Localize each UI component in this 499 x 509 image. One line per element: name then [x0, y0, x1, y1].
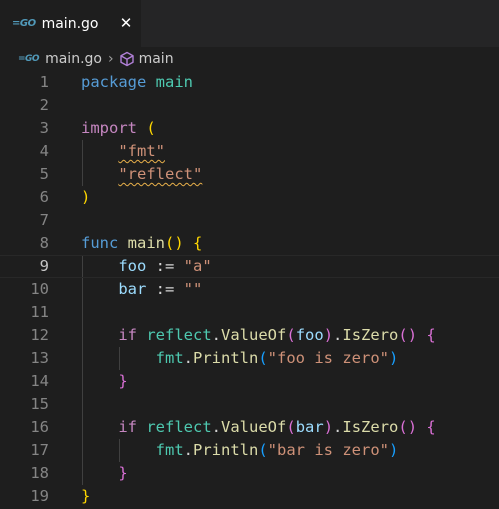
line-number: 17 [30, 441, 49, 459]
code-line: 8 func main() { [0, 232, 499, 255]
code-line: 6 ) [0, 186, 499, 209]
code-text: if reflect.ValueOf(bar).IsZero() { [118, 418, 436, 436]
line-number: 7 [39, 211, 49, 229]
line-number: 5 [39, 165, 49, 183]
line-number: 11 [30, 303, 49, 321]
tab-label: main.go [41, 15, 99, 32]
code-line: 17 fmt.Println("bar is zero") [0, 439, 499, 462]
line-number: 19 [30, 487, 49, 505]
code-text: "fmt" [118, 142, 165, 160]
code-line: 5 "reflect" [0, 163, 499, 186]
code-line: 16 if reflect.ValueOf(bar).IsZero() { [0, 416, 499, 439]
code-text: } [81, 487, 91, 505]
code-text: } [118, 464, 128, 482]
code-text: fmt.Println("bar is zero") [155, 441, 399, 459]
line-number: 8 [39, 234, 49, 252]
line-number: 6 [39, 188, 49, 206]
code-line: 15 [0, 393, 499, 416]
code-editor[interactable]: 1 package main 2 3 import ( 4 "fmt" 5 "r… [0, 71, 499, 509]
line-number: 13 [30, 349, 49, 367]
code-text: bar := "" [118, 280, 203, 298]
line-number: 14 [30, 372, 49, 390]
line-number: 1 [39, 73, 49, 91]
code-line-current: 9 foo := "a" [0, 255, 499, 278]
tab-bar: =GO main.go ✕ [0, 0, 499, 47]
line-number: 15 [30, 395, 49, 413]
code-line: 1 package main [0, 71, 499, 94]
line-number: 4 [39, 142, 49, 160]
breadcrumb-file[interactable]: main.go [45, 51, 102, 67]
line-number: 10 [30, 280, 49, 298]
line-number: 9 [39, 257, 49, 275]
line-number: 12 [30, 326, 49, 344]
tab-main-go[interactable]: =GO main.go ✕ [0, 0, 141, 47]
code-line: 18 } [0, 462, 499, 485]
code-text: "reflect" [118, 165, 203, 183]
code-text: func main() { [81, 234, 203, 252]
code-line: 4 "fmt" [0, 140, 499, 163]
code-text: if reflect.ValueOf(foo).IsZero() { [118, 326, 436, 344]
line-number: 18 [30, 464, 49, 482]
code-line: 11 [0, 301, 499, 324]
code-line: 2 [0, 94, 499, 117]
code-text: fmt.Println("foo is zero") [155, 349, 399, 367]
breadcrumb: =GO main.go › main [0, 47, 499, 71]
go-file-icon: =GO [12, 18, 36, 29]
code-text: import ( [81, 119, 156, 137]
code-line: 14 } [0, 370, 499, 393]
line-number: 16 [30, 418, 49, 436]
breadcrumb-symbol[interactable]: main [139, 51, 174, 67]
code-line: 10 bar := "" [0, 278, 499, 301]
code-line: 12 if reflect.ValueOf(foo).IsZero() { [0, 324, 499, 347]
line-number: 2 [39, 96, 49, 114]
line-number: 3 [39, 119, 49, 137]
code-text: package main [81, 73, 193, 91]
close-icon[interactable]: ✕ [117, 13, 135, 33]
code-line: 3 import ( [0, 117, 499, 140]
go-file-icon: =GO [18, 54, 40, 64]
code-line: 7 [0, 209, 499, 232]
symbol-method-icon [119, 51, 135, 67]
code-line: 19 } [0, 485, 499, 508]
code-text: } [118, 372, 128, 390]
breadcrumb-separator: › [107, 51, 114, 67]
code-line: 13 fmt.Println("foo is zero") [0, 347, 499, 370]
code-text: ) [81, 188, 91, 206]
code-text: foo := "a" [118, 257, 212, 275]
